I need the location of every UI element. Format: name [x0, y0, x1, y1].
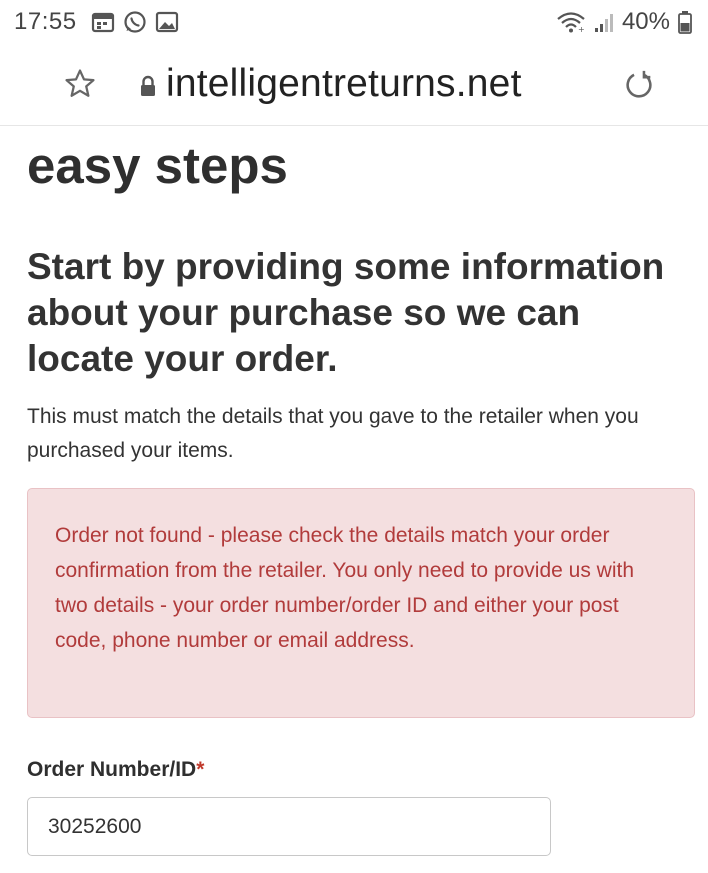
url-text[interactable]: intelligentreturns.net: [166, 62, 522, 106]
whatsapp-icon: [123, 10, 147, 34]
order-number-label-text: Order Number/ID: [27, 758, 197, 781]
browser-url-bar: intelligentreturns.net: [0, 44, 708, 126]
calendar-icon: [91, 11, 115, 33]
page-description: This must match the details that you gav…: [27, 405, 639, 462]
order-number-label: Order Number/ID*: [27, 758, 204, 782]
battery-percent: 40%: [621, 8, 670, 35]
order-number-input[interactable]: [27, 797, 551, 856]
page-title: easy steps: [27, 137, 288, 194]
error-alert: Order not found - please check the detai…: [27, 488, 695, 718]
status-left: 17:55: [14, 8, 179, 36]
star-icon[interactable]: [62, 66, 98, 102]
required-mark: *: [196, 758, 205, 781]
page-subheading: Start by providing some information abou…: [27, 246, 665, 379]
status-right: + 40%: [556, 8, 692, 36]
gallery-icon: [155, 11, 179, 33]
wifi-icon: +: [556, 11, 586, 33]
lock-icon: [138, 74, 158, 98]
error-message: Order not found - please check the detai…: [55, 524, 634, 652]
reload-icon[interactable]: [620, 66, 658, 104]
svg-text:+: +: [578, 25, 585, 33]
battery-icon: [678, 10, 692, 34]
status-bar: 17:55 + 40%: [0, 0, 708, 44]
status-time: 17:55: [14, 8, 77, 35]
signal-icon: [594, 11, 614, 33]
